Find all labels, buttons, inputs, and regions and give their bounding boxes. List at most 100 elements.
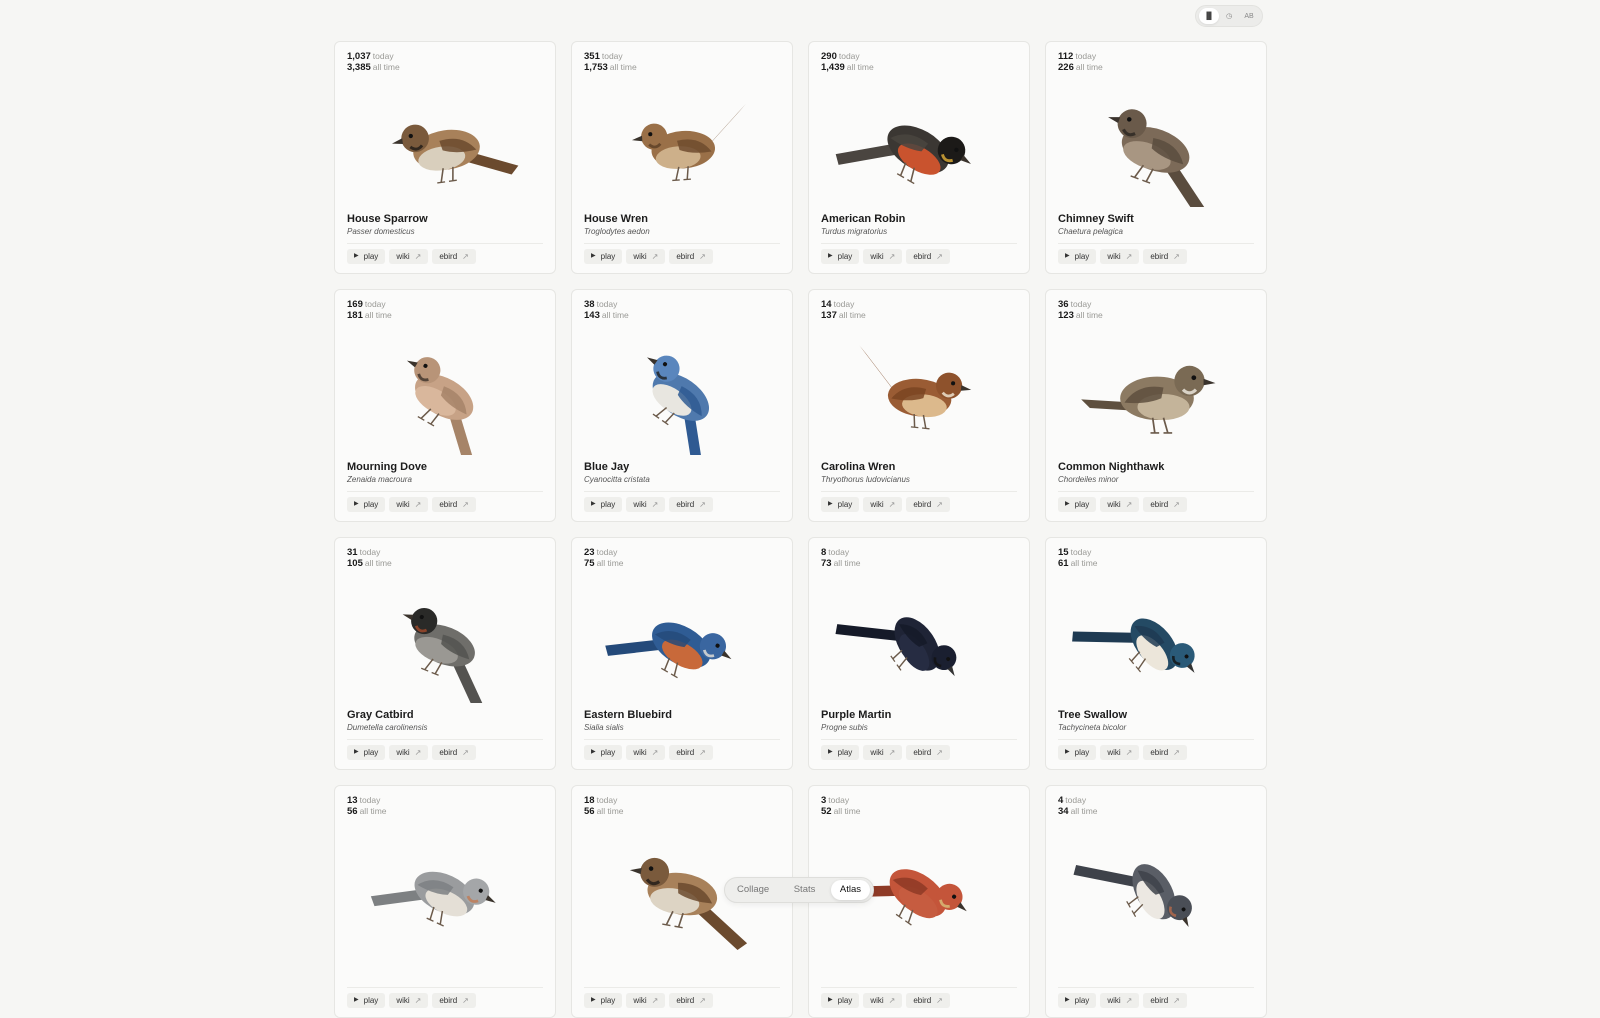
wiki-link[interactable]: wiki ↗ <box>1100 249 1140 264</box>
ebird-link[interactable]: ebird ↗ <box>1143 745 1187 760</box>
bird-card[interactable]: 14 today 137 all time Carolina Wren Thryot… <box>808 289 1030 522</box>
bird-card[interactable]: 38 today 143 all time Blue Jay Cyanocitta … <box>571 289 793 522</box>
play-button[interactable]: ▶ play <box>584 993 623 1008</box>
scientific-name: Turdus migratorius <box>821 227 888 236</box>
card-actions: ▶ play wiki ↗ ebird ↗ <box>821 993 950 1008</box>
play-button[interactable]: ▶ play <box>347 993 386 1008</box>
wiki-link[interactable]: wiki ↗ <box>626 249 666 264</box>
wiki-link[interactable]: wiki ↗ <box>1100 993 1140 1008</box>
play-button[interactable]: ▶ play <box>1058 993 1097 1008</box>
ebird-link[interactable]: ebird ↗ <box>432 249 476 264</box>
play-label: play <box>837 252 853 261</box>
today-count: 31 <box>347 547 358 558</box>
wiki-link[interactable]: wiki ↗ <box>389 993 429 1008</box>
ebird-link[interactable]: ebird ↗ <box>432 993 476 1008</box>
bird-card[interactable]: 31 today 105 all time Gray Catbird Dumetel… <box>334 537 556 770</box>
wiki-link[interactable]: wiki ↗ <box>626 745 666 760</box>
divider <box>347 243 543 244</box>
card-actions: ▶ play wiki ↗ ebird ↗ <box>584 249 713 264</box>
play-button[interactable]: ▶ play <box>1058 249 1097 264</box>
bird-card[interactable]: 13 today 56 all time ▶ play wiki ↗ ebird ↗ <box>334 785 556 1018</box>
external-link-icon: ↗ <box>462 748 469 757</box>
common-name: Gray Catbird <box>347 709 414 721</box>
ebird-link[interactable]: ebird ↗ <box>669 993 713 1008</box>
ebird-link[interactable]: ebird ↗ <box>432 745 476 760</box>
ebird-link[interactable]: ebird ↗ <box>906 497 950 512</box>
divider <box>347 987 543 988</box>
wiki-link[interactable]: wiki ↗ <box>389 497 429 512</box>
play-button[interactable]: ▶ play <box>347 497 386 512</box>
card-actions: ▶ play wiki ↗ ebird ↗ <box>584 993 713 1008</box>
bird-card[interactable]: 290 today 1,439 all time American Robin Tu… <box>808 41 1030 274</box>
bird-card[interactable]: 15 today 61 all time Tree Swallow Tachycin… <box>1045 537 1267 770</box>
external-link-icon: ↗ <box>414 252 422 261</box>
alphabetical-icon[interactable]: AB <box>1239 8 1259 24</box>
bird-card[interactable]: 112 today 226 all time Chimney Swift Chaet… <box>1045 41 1267 274</box>
all-time-count: 52 <box>821 806 832 817</box>
clock-icon[interactable]: ◷ <box>1219 8 1239 24</box>
play-button[interactable]: ▶ play <box>1058 497 1097 512</box>
tab-stats[interactable]: Stats <box>785 880 825 900</box>
play-button[interactable]: ▶ play <box>347 745 386 760</box>
wiki-link[interactable]: wiki ↗ <box>1100 745 1140 760</box>
play-label: play <box>600 748 616 757</box>
external-link-icon: ↗ <box>462 996 469 1005</box>
bar-chart-icon[interactable]: ▐▌ <box>1199 8 1219 24</box>
tab-collage[interactable]: Collage <box>728 880 778 900</box>
bird-card[interactable]: 351 today 1,753 all time House Wren Troglo… <box>571 41 793 274</box>
bird-card[interactable]: 36 today 123 all time Common Nighthawk Cho… <box>1045 289 1267 522</box>
bird-illustration <box>821 79 1019 207</box>
ebird-link[interactable]: ebird ↗ <box>669 745 713 760</box>
ebird-link[interactable]: ebird ↗ <box>432 497 476 512</box>
common-name: Eastern Bluebird <box>584 709 673 721</box>
play-button[interactable]: ▶ play <box>821 745 860 760</box>
wiki-link[interactable]: wiki ↗ <box>389 249 429 264</box>
all-time-label: all time <box>596 806 624 816</box>
bird-card[interactable]: 4 today 34 all time ▶ play wiki ↗ ebird ↗ <box>1045 785 1267 1018</box>
ebird-link[interactable]: ebird ↗ <box>1143 249 1187 264</box>
ebird-link[interactable]: ebird ↗ <box>669 497 713 512</box>
today-label: today <box>1065 795 1087 805</box>
sighting-counts: 38 today 143 all time <box>584 299 629 321</box>
wiki-link[interactable]: wiki ↗ <box>626 993 666 1008</box>
ebird-link[interactable]: ebird ↗ <box>906 249 950 264</box>
ebird-link[interactable]: ebird ↗ <box>1143 497 1187 512</box>
tab-atlas[interactable]: Atlas <box>830 880 870 900</box>
play-button[interactable]: ▶ play <box>821 497 860 512</box>
today-count: 15 <box>1058 547 1069 558</box>
wiki-link[interactable]: wiki ↗ <box>626 497 666 512</box>
wiki-link[interactable]: wiki ↗ <box>863 993 903 1008</box>
ebird-link[interactable]: ebird ↗ <box>906 745 950 760</box>
ebird-link[interactable]: ebird ↗ <box>669 249 713 264</box>
ebird-link[interactable]: ebird ↗ <box>906 993 950 1008</box>
play-button[interactable]: ▶ play <box>584 745 623 760</box>
common-name: House Sparrow <box>347 213 428 225</box>
divider <box>584 491 780 492</box>
play-button[interactable]: ▶ play <box>584 249 623 264</box>
play-button[interactable]: ▶ play <box>821 249 860 264</box>
common-name: Chimney Swift <box>1058 213 1134 225</box>
play-icon: ▶ <box>354 997 359 1003</box>
wiki-link[interactable]: wiki ↗ <box>863 745 903 760</box>
wiki-link[interactable]: wiki ↗ <box>1100 497 1140 512</box>
external-link-icon: ↗ <box>1173 996 1180 1005</box>
today-label: today <box>596 547 618 557</box>
play-label: play <box>1074 748 1090 757</box>
external-link-icon: ↗ <box>651 996 659 1005</box>
bird-card[interactable]: 23 today 75 all time Eastern Bluebird Sial… <box>571 537 793 770</box>
bird-card[interactable]: 8 today 73 all time Purple Martin Progne s… <box>808 537 1030 770</box>
today-label: today <box>828 547 850 557</box>
wiki-link[interactable]: wiki ↗ <box>863 249 903 264</box>
bird-card[interactable]: 1,037 today 3,385 all time House Sparrow P… <box>334 41 556 274</box>
external-link-icon: ↗ <box>936 252 943 261</box>
play-button[interactable]: ▶ play <box>821 993 860 1008</box>
wiki-link[interactable]: wiki ↗ <box>863 497 903 512</box>
wiki-link[interactable]: wiki ↗ <box>389 745 429 760</box>
play-button[interactable]: ▶ play <box>347 249 386 264</box>
ebird-label: ebird <box>1150 252 1169 261</box>
bird-card[interactable]: 169 today 181 all time Mourning Dove Zenai… <box>334 289 556 522</box>
scientific-name: Zenaida macroura <box>347 475 412 484</box>
play-button[interactable]: ▶ play <box>584 497 623 512</box>
ebird-link[interactable]: ebird ↗ <box>1143 993 1187 1008</box>
play-button[interactable]: ▶ play <box>1058 745 1097 760</box>
